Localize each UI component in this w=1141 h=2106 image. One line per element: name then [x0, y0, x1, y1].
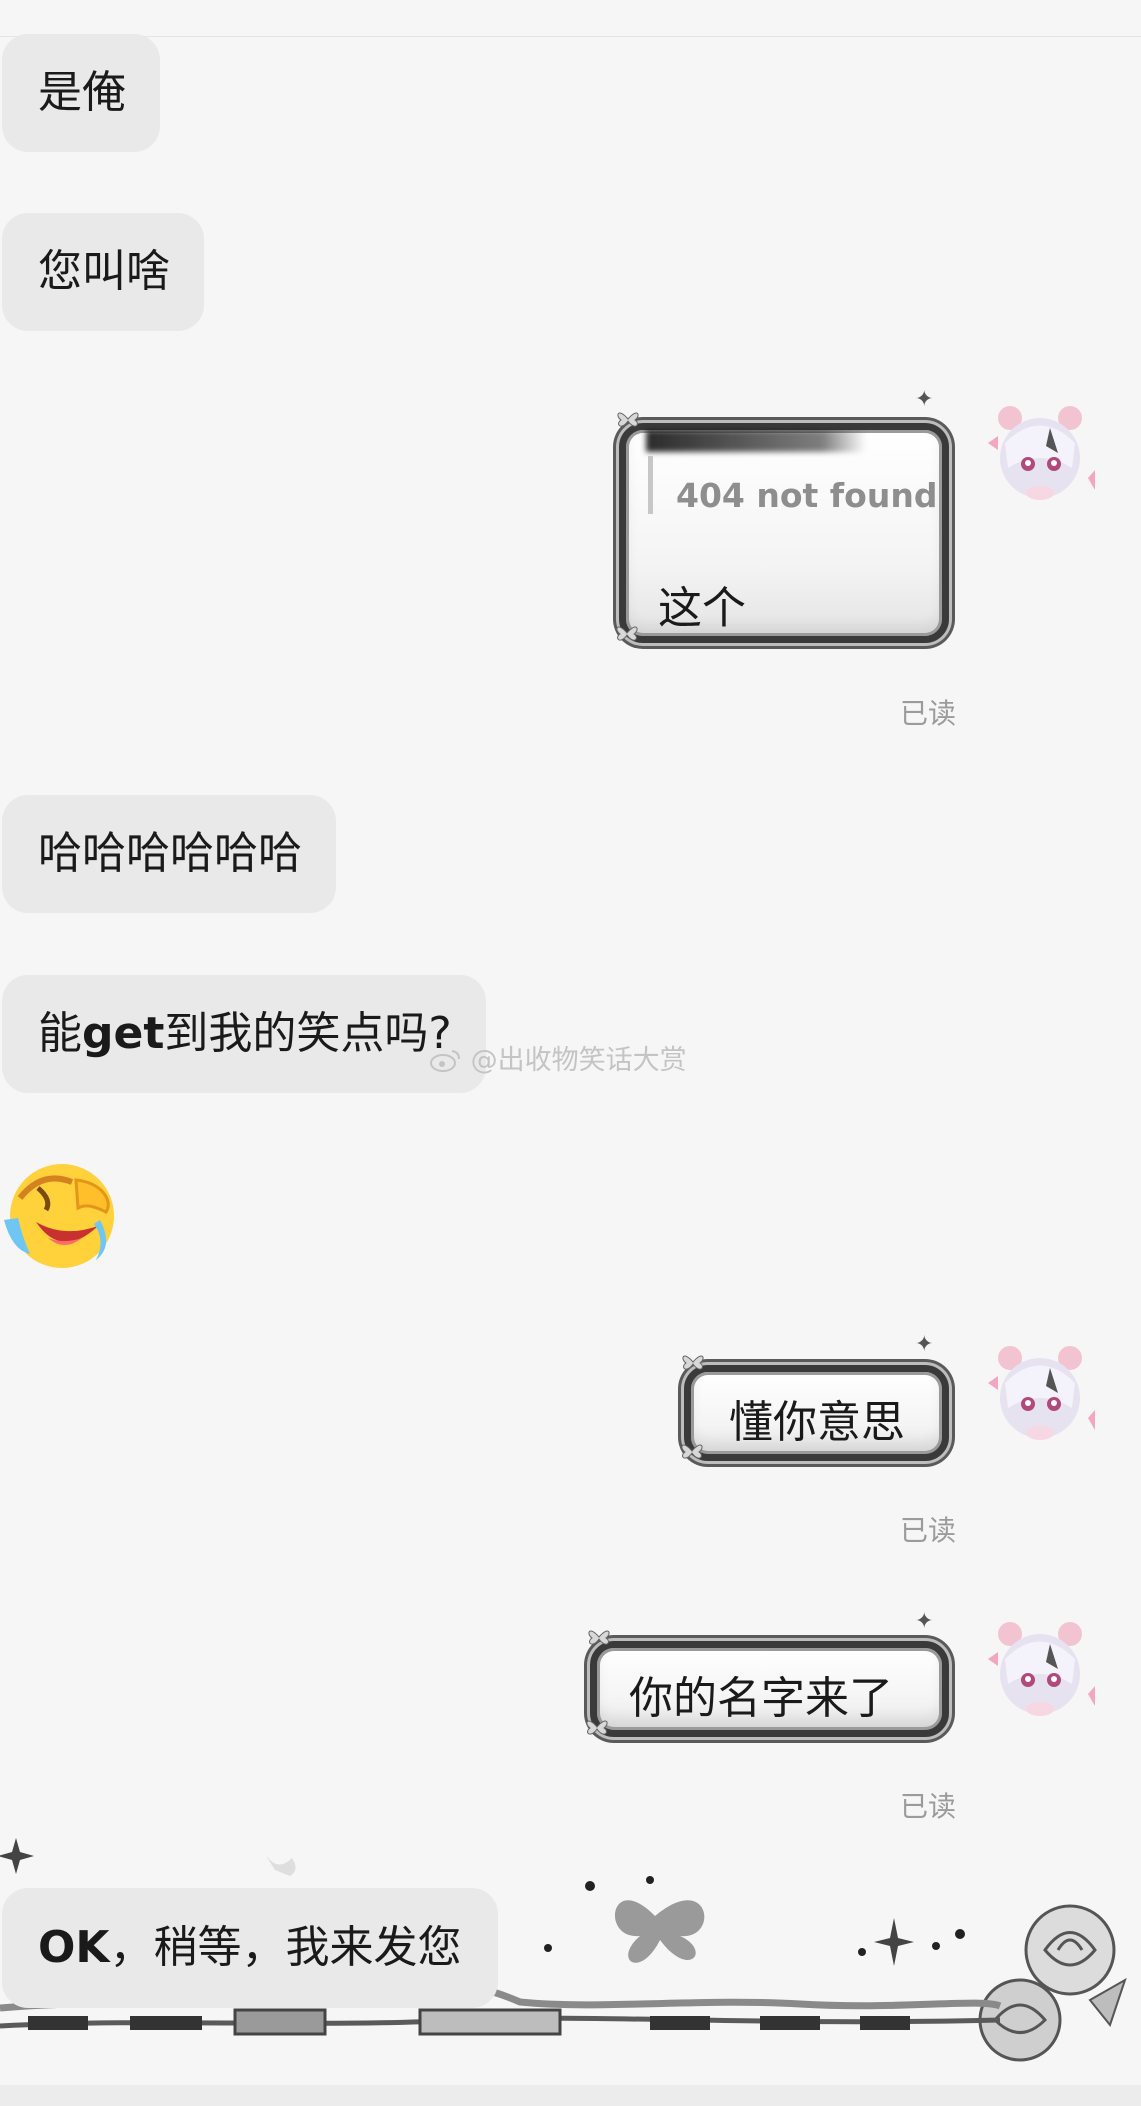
butterfly-icon: [682, 1355, 704, 1370]
incoming-message[interactable]: 是俺: [2, 34, 160, 152]
butterfly-icon: [617, 412, 639, 427]
sparkle-icon: ✦: [915, 1609, 934, 1634]
message-text: 这个: [658, 583, 746, 634]
message-text-bold: OK: [38, 1922, 110, 1973]
message-text: 您叫啥: [38, 246, 170, 297]
message-text-part: 能: [38, 1008, 82, 1059]
quote-bar: [648, 456, 653, 514]
read-status: 已读: [900, 1790, 957, 1823]
incoming-message[interactable]: OK，稍等，我来发您: [2, 1888, 498, 2008]
outgoing-message-bubble[interactable]: 你的名字来了: [590, 1641, 949, 1737]
message-text: OK，稍等，我来发您: [38, 1918, 462, 1978]
watermark: @出收物笑话大赏: [430, 1038, 687, 1077]
incoming-message[interactable]: 您叫啥: [2, 213, 204, 331]
weibo-icon: [430, 1050, 460, 1072]
sparkle-icon: [0, 1838, 34, 1874]
incoming-message[interactable]: 能get到我的笑点吗?: [2, 975, 486, 1093]
anime-avatar-icon[interactable]: [980, 398, 1100, 518]
message-text: 你的名字来了: [629, 1673, 893, 1724]
blurred-quote-header: [646, 430, 866, 452]
message-text: 哈哈哈哈哈哈: [38, 828, 302, 879]
butterfly-icon: [266, 1856, 296, 1876]
butterfly-icon: [616, 626, 638, 641]
top-divider: [0, 36, 1141, 37]
message-text: 是俺: [38, 67, 126, 118]
butterfly-icon: [614, 1900, 705, 1963]
message-text: 能get到我的笑点吗?: [38, 1004, 452, 1064]
bottom-bar: [0, 2085, 1141, 2106]
anime-avatar-icon[interactable]: [980, 1614, 1100, 1734]
sparkle-icon: ✦: [915, 1332, 934, 1357]
butterfly-icon: [586, 1720, 608, 1735]
read-status: 已读: [900, 1514, 957, 1547]
message-text-bold: get: [82, 1008, 165, 1059]
quoted-text: 404 not found: [676, 476, 938, 515]
message-text: 懂你意思: [729, 1397, 905, 1448]
message-text-part: ，稍等，我来发您: [109, 1922, 462, 1973]
message-text-part: 到我的笑点吗?: [164, 1008, 452, 1059]
crying-laughing-emoji[interactable]: [2, 1160, 118, 1270]
watermark-text: @出收物笑话大赏: [470, 1045, 687, 1076]
outgoing-message-bubble[interactable]: 懂你意思: [684, 1365, 949, 1461]
butterfly-icon: [588, 1630, 610, 1645]
sparkle-icon: [874, 1918, 914, 1966]
outgoing-message-bubble[interactable]: 404 not found 这个: [619, 423, 949, 643]
anime-avatar-icon[interactable]: [980, 1338, 1100, 1458]
butterfly-icon: [681, 1444, 703, 1459]
read-status: 已读: [900, 697, 957, 730]
rose-icon: [978, 1904, 1127, 2062]
incoming-message[interactable]: 哈哈哈哈哈哈: [2, 795, 336, 913]
sparkle-icon: ✦: [915, 387, 934, 412]
